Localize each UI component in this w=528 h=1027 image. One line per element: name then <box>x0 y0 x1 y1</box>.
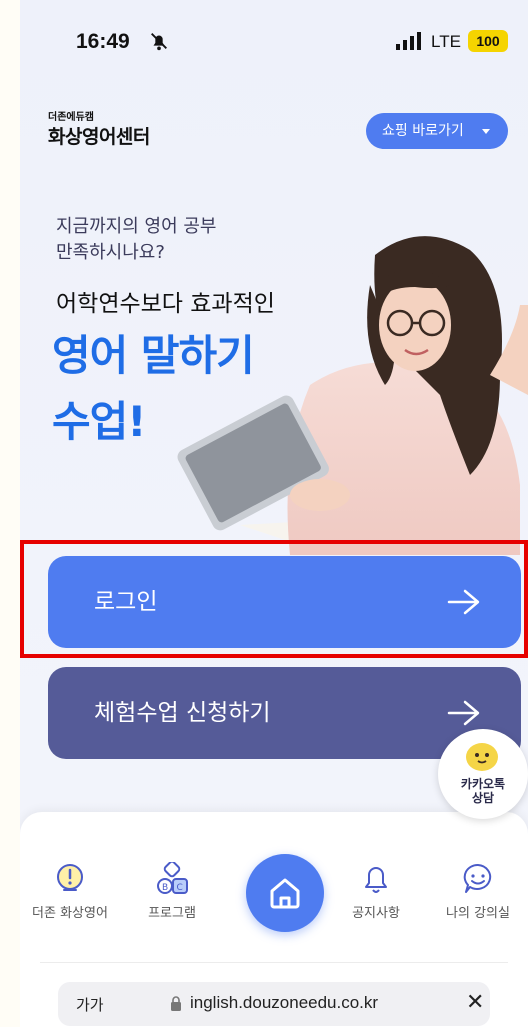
svg-text:B: B <box>162 883 168 893</box>
abc-blocks-icon: B C <box>157 862 188 894</box>
hero-question-line1: 지금까지의 영어 공부 <box>56 216 217 237</box>
alert-circle-icon <box>57 864 83 891</box>
nav-label: 나의 강의실 <box>446 906 510 921</box>
browser-address-bar[interactable]: 가가 inglish.douzoneedu.co.kr ✕ <box>58 982 490 1026</box>
app-frame: 16:49 LTE 100 더존에듀캠 화상영어센터 쇼핑 바로가기 지금까지의… <box>20 0 528 1027</box>
nav-label: 공지사항 <box>352 906 400 921</box>
hero-subtitle: 어학연수보다 효과적인 <box>56 291 275 317</box>
kakao-label-line2: 상담 <box>471 791 495 805</box>
text-size-button[interactable]: 가가 <box>76 994 104 1015</box>
brand-logo[interactable]: 화상영어센터 <box>48 122 150 149</box>
nav-label: 프로그램 <box>148 906 196 921</box>
kakao-label: 카카오톡 상담 <box>438 777 528 805</box>
hero-student-illustration <box>177 236 528 555</box>
hero-question: 지금까지의 영어 공부 만족하시나요? <box>56 214 216 266</box>
shop-shortcut-button[interactable]: 쇼핑 바로가기 <box>366 113 508 149</box>
trial-class-button-label: 체험수업 신청하기 <box>94 700 271 726</box>
nav-item-douzone-english[interactable]: 더존 화상영어 <box>20 862 120 921</box>
battery-indicator: 100 <box>468 30 508 52</box>
svg-text:C: C <box>177 883 183 893</box>
home-icon <box>270 878 300 909</box>
nav-item-program[interactable]: B C 프로그램 <box>122 862 222 921</box>
hero-headline-1: 영어 말하기 <box>52 331 255 380</box>
nav-label: 더존 화상영어 <box>32 906 108 921</box>
network-type: LTE <box>431 32 461 51</box>
brand-sub-logo: 더존에듀캠 <box>48 112 94 123</box>
login-button[interactable]: 로그인 <box>48 556 521 648</box>
status-time: 16:49 <box>76 30 130 53</box>
divider <box>40 962 508 963</box>
kakao-face-icon <box>466 743 498 771</box>
login-button-label: 로그인 <box>94 589 158 615</box>
hero-question-line2: 만족하시나요? <box>56 242 165 263</box>
url-text[interactable]: inglish.douzoneedu.co.kr <box>190 993 378 1013</box>
smile-chat-icon <box>463 863 492 893</box>
silent-mode-icon <box>151 33 167 51</box>
nav-item-my-classroom[interactable]: 나의 강의실 <box>428 862 528 921</box>
kakao-label-line1: 카카오톡 <box>460 777 506 791</box>
status-bar: 16:49 LTE 100 <box>20 0 528 82</box>
close-icon[interactable]: ✕ <box>466 990 484 1015</box>
kakao-chat-button[interactable]: 카카오톡 상담 <box>438 729 528 819</box>
arrow-right-icon <box>447 589 480 615</box>
home-button[interactable] <box>246 854 324 932</box>
bell-icon <box>365 867 387 893</box>
arrow-right-icon <box>447 700 480 726</box>
signal-icon <box>396 32 421 50</box>
chevron-down-icon <box>482 129 490 134</box>
lock-icon <box>171 996 181 1011</box>
hero-headline-2: 수업! <box>52 397 146 446</box>
nav-item-notices[interactable]: 공지사항 <box>326 862 426 921</box>
shop-shortcut-label: 쇼핑 바로가기 <box>382 123 464 139</box>
